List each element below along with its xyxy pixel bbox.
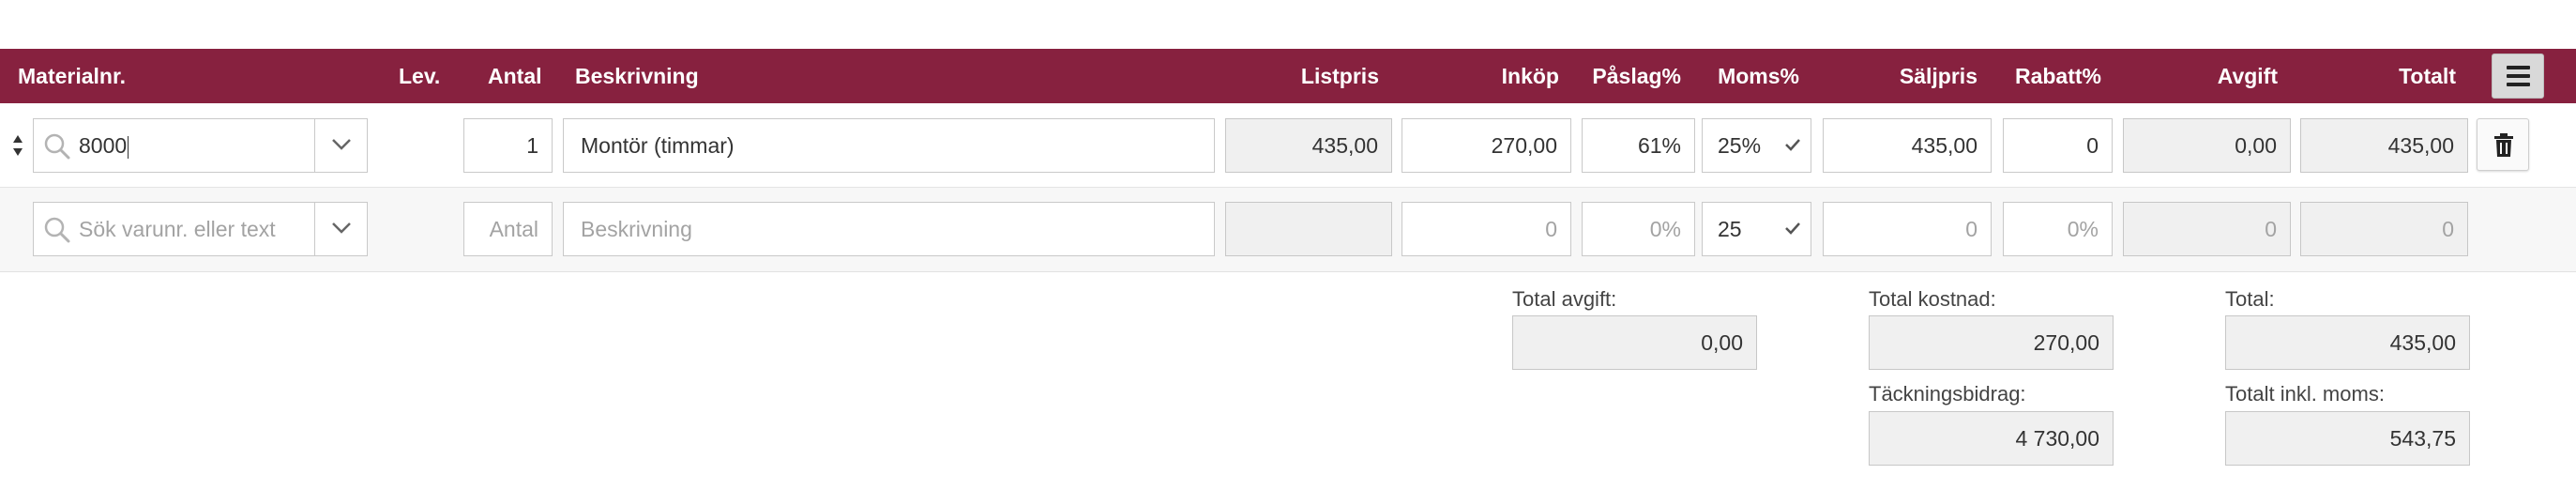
moms-value: 25% bbox=[1718, 133, 1762, 158]
antal-input[interactable]: 1 bbox=[463, 118, 553, 173]
column-header-listpris: Listpris bbox=[1300, 64, 1379, 88]
new-avgift-field: 0 bbox=[2123, 202, 2291, 256]
materialnr-combobox[interactable]: 8000 bbox=[33, 118, 368, 173]
new-paslag-input[interactable]: 0% bbox=[1582, 202, 1695, 256]
new-moms-value: 25 bbox=[1718, 217, 1742, 241]
new-saljpris-input[interactable]: 0 bbox=[1823, 202, 1992, 256]
totalt-field: 435,00 bbox=[2300, 118, 2468, 173]
total-avgift-label: Total avgift: bbox=[1512, 287, 1617, 311]
search-icon bbox=[44, 217, 70, 243]
total-avgift-value: 0,00 bbox=[1512, 315, 1757, 370]
inkop-input[interactable]: 270,00 bbox=[1402, 118, 1571, 173]
new-totalt-field: 0 bbox=[2300, 202, 2468, 256]
beskrivning-input[interactable]: Montör (timmar) bbox=[563, 118, 1215, 173]
total-kostnad-value: 270,00 bbox=[1869, 315, 2114, 370]
drag-handle-icon[interactable] bbox=[12, 133, 23, 158]
materialnr-search-input[interactable]: Sök varunr. eller text bbox=[79, 203, 276, 255]
check-icon bbox=[1785, 139, 1800, 151]
total-value: 435,00 bbox=[2225, 315, 2470, 370]
column-header-totalt: Totalt bbox=[2399, 64, 2456, 88]
trash-icon bbox=[2494, 133, 2513, 157]
column-header-rabatt: Rabatt% bbox=[2014, 64, 2101, 88]
column-header-beskrivning: Beskrivning bbox=[575, 64, 699, 88]
column-header-inkop: Inköp bbox=[1501, 64, 1559, 88]
search-icon bbox=[44, 133, 70, 160]
new-rabatt-input[interactable]: 0% bbox=[2003, 202, 2113, 256]
table-header: Materialnr. Lev. Antal Beskrivning Listp… bbox=[0, 49, 2576, 103]
paslag-input[interactable]: 61% bbox=[1582, 118, 1695, 173]
total-kostnad-label: Total kostnad: bbox=[1869, 287, 1996, 311]
column-header-antal: Antal bbox=[488, 64, 542, 88]
column-header-moms: Moms% bbox=[1718, 64, 1799, 88]
saljpris-input[interactable]: 435,00 bbox=[1823, 118, 1992, 173]
new-beskrivning-input[interactable]: Beskrivning bbox=[563, 202, 1215, 256]
hamburger-menu-icon[interactable] bbox=[2492, 54, 2544, 99]
totalt-inkl-moms-label: Totalt inkl. moms: bbox=[2225, 382, 2385, 406]
tackningsbidrag-label: Täckningsbidrag: bbox=[1869, 382, 2026, 406]
rabatt-input[interactable]: 0 bbox=[2003, 118, 2113, 173]
new-antal-input[interactable]: Antal bbox=[463, 202, 553, 256]
new-inkop-input[interactable]: 0 bbox=[1402, 202, 1571, 256]
column-header-materialnr: Materialnr. bbox=[18, 64, 127, 88]
tackningsbidrag-value: 4 730,00 bbox=[1869, 411, 2114, 466]
listpris-field: 435,00 bbox=[1225, 118, 1392, 173]
moms-select[interactable]: 25% bbox=[1702, 118, 1811, 173]
column-header-paslag: Påslag% bbox=[1592, 64, 1681, 88]
delete-row-button[interactable] bbox=[2477, 118, 2529, 171]
chevron-down-icon[interactable] bbox=[331, 138, 352, 151]
check-icon bbox=[1785, 222, 1800, 235]
materialnr-search-combobox[interactable]: Sök varunr. eller text bbox=[33, 202, 368, 256]
totalt-inkl-moms-value: 543,75 bbox=[2225, 411, 2470, 466]
avgift-field: 0,00 bbox=[2123, 118, 2291, 173]
column-header-lev: Lev. bbox=[399, 64, 441, 88]
column-header-avgift: Avgift bbox=[2217, 64, 2278, 88]
new-moms-select[interactable]: 25 bbox=[1702, 202, 1811, 256]
new-listpris-field bbox=[1225, 202, 1392, 256]
total-label: Total: bbox=[2225, 287, 2275, 311]
materialnr-input[interactable]: 8000 bbox=[79, 119, 129, 172]
chevron-down-icon[interactable] bbox=[331, 222, 352, 235]
column-header-saljpris: Säljpris bbox=[1899, 64, 1977, 88]
